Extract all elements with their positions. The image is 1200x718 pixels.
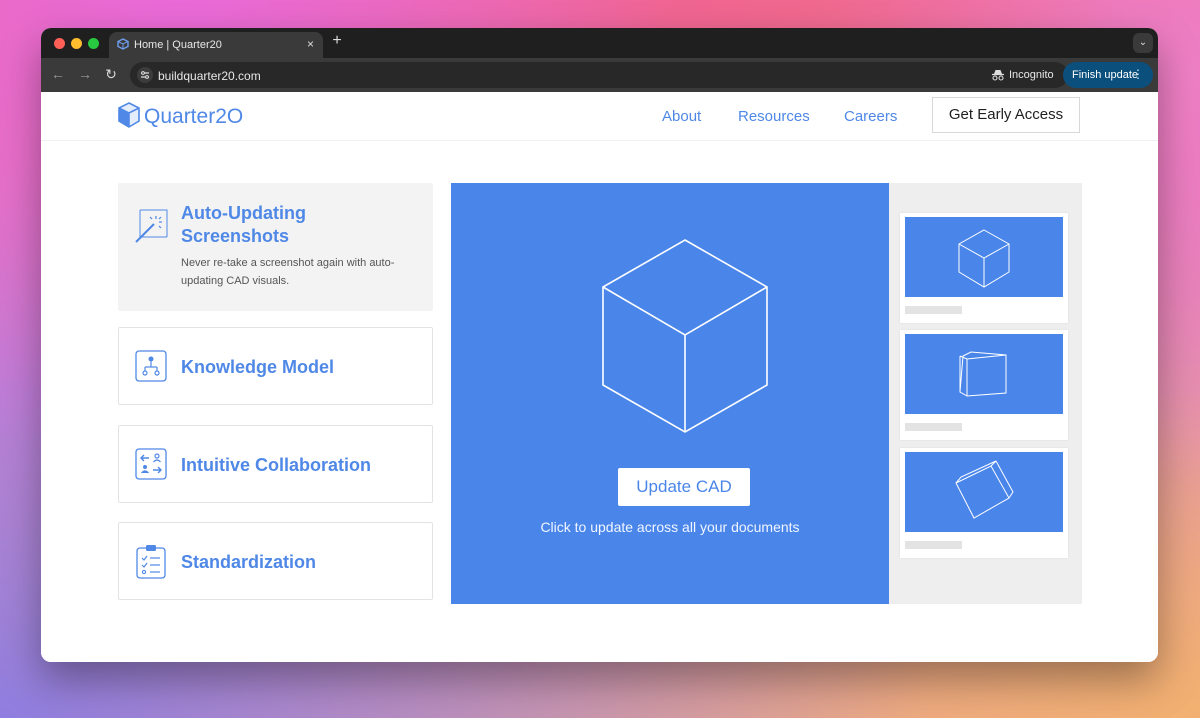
logo-text: Quarter2O — [144, 105, 244, 128]
feature-card-standardization[interactable]: Standardization — [118, 522, 433, 600]
update-cad-button[interactable]: Update CAD — [618, 468, 750, 506]
browser-menu-icon[interactable]: ⋮ — [1132, 67, 1144, 81]
feature-title: Knowledge Model — [181, 357, 334, 377]
finish-update-label: Finish update — [1072, 69, 1139, 81]
site-settings-icon[interactable] — [137, 67, 153, 83]
address-bar[interactable]: buildquarter20.com — [130, 62, 1068, 88]
thumbnail-caption-placeholder — [905, 306, 962, 314]
thumbnail-caption-placeholder — [905, 423, 962, 431]
magic-wand-icon — [135, 209, 168, 243]
thumbnail-image — [905, 217, 1063, 297]
site-header: Quarter2O About Resources Careers Get Ea… — [41, 92, 1158, 141]
get-early-access-button[interactable]: Get Early Access — [932, 97, 1080, 133]
cube-icon — [959, 351, 1007, 397]
nav-about[interactable]: About — [662, 108, 701, 125]
feature-title: Intuitive Collaboration — [181, 455, 372, 475]
incognito-indicator[interactable]: Incognito — [982, 62, 1059, 88]
incognito-icon — [992, 70, 1004, 81]
tab-home[interactable]: Home | Quarter20 × — [109, 32, 323, 58]
web-page: Quarter2O About Resources Careers Get Ea… — [41, 92, 1158, 662]
document-thumbnail — [900, 330, 1068, 440]
hierarchy-icon — [135, 350, 167, 382]
cube-logo-icon — [118, 102, 140, 128]
back-button[interactable]: ← — [49, 66, 67, 84]
forward-button[interactable]: → — [76, 66, 94, 84]
cube-icon — [958, 229, 1010, 288]
exchange-users-icon — [135, 448, 167, 480]
tab-search-button[interactable]: ⌄ — [1133, 33, 1153, 53]
tab-close-icon[interactable]: × — [307, 37, 314, 51]
browser-window: Home | Quarter20 × + ⌄ ← → ↻ buildquarte… — [41, 28, 1158, 662]
cube-icon — [955, 460, 1014, 519]
tab-title: Home | Quarter20 — [134, 39, 222, 51]
thumbnail-image — [905, 334, 1063, 414]
update-cad-subtitle: Click to update across all your document… — [540, 519, 800, 535]
url-text: buildquarter20.com — [158, 69, 261, 83]
incognito-label: Incognito — [1009, 69, 1054, 81]
feature-title: Auto-Updating Screenshots — [181, 203, 306, 246]
feature-card-auto-updating-screenshots[interactable]: Auto-Updating Screenshots Never re-take … — [118, 183, 433, 311]
document-thumbnails-panel — [889, 183, 1082, 604]
close-window-button[interactable] — [54, 38, 65, 49]
feature-title: Standardization — [181, 552, 317, 572]
cube-wireframe-icon — [602, 239, 768, 433]
feature-card-intuitive-collaboration[interactable]: Intuitive Collaboration — [118, 425, 433, 503]
document-thumbnail — [900, 213, 1068, 323]
browser-toolbar: ← → ↻ buildquarter20.com Incognito Finis… — [41, 58, 1158, 92]
tab-strip: Home | Quarter20 × + ⌄ — [41, 28, 1158, 58]
reload-button[interactable]: ↻ — [102, 66, 120, 84]
clipboard-checklist-icon — [136, 545, 166, 579]
document-thumbnail — [900, 448, 1068, 558]
quarter20-favicon-icon — [117, 38, 129, 50]
update-cad-demo-panel: Update CAD Click to update across all yo… — [451, 183, 889, 604]
minimize-window-button[interactable] — [71, 38, 82, 49]
maximize-window-button[interactable] — [88, 38, 99, 49]
nav-resources[interactable]: Resources — [738, 108, 810, 125]
thumbnail-caption-placeholder — [905, 541, 962, 549]
nav-careers[interactable]: Careers — [844, 108, 897, 125]
thumbnail-image — [905, 452, 1063, 532]
feature-card-knowledge-model[interactable]: Knowledge Model — [118, 327, 433, 405]
finish-update-button[interactable]: Finish update ⋮ — [1063, 62, 1153, 88]
feature-description: Never re-take a screenshot again with au… — [181, 257, 395, 287]
new-tab-button[interactable]: + — [329, 32, 345, 52]
